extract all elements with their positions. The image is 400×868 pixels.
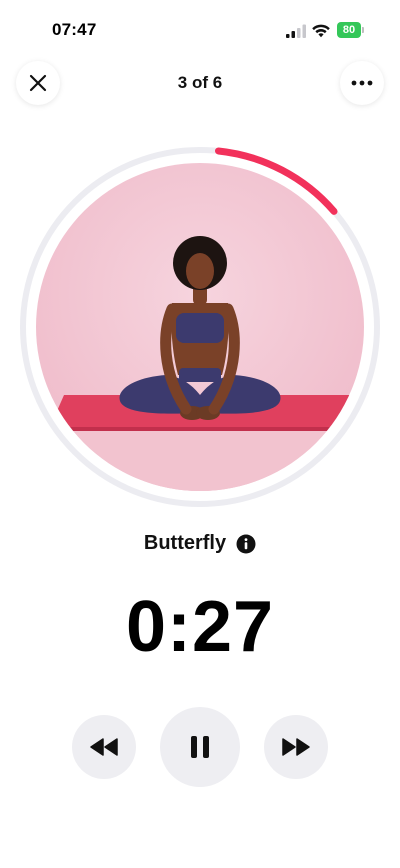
status-time: 07:47: [52, 20, 97, 39]
battery-tip: [362, 27, 364, 33]
previous-exercise-button[interactable]: [72, 715, 136, 779]
next-exercise-button[interactable]: [264, 715, 328, 779]
fast-forward-icon: [282, 738, 310, 756]
battery-indicator: 80: [337, 22, 365, 38]
rewind-icon: [90, 738, 118, 756]
exercise-name: Butterfly: [143, 532, 227, 554]
exercise-photo: [36, 163, 364, 491]
battery-level: 80: [337, 22, 361, 38]
cellular-signal-icon: [286, 24, 306, 38]
info-icon[interactable]: [236, 534, 256, 554]
butterfly-pose-illustration: [36, 163, 364, 491]
more-options-button[interactable]: [340, 61, 384, 105]
wifi-icon: [312, 24, 330, 38]
ellipsis-icon: [351, 80, 373, 86]
pause-icon: [191, 736, 209, 758]
status-bar: 07:47 80: [0, 0, 400, 60]
exercise-progress-ring: [18, 145, 382, 509]
exercise-name-row: Butterfly: [0, 532, 400, 555]
pause-button[interactable]: [160, 707, 240, 787]
countdown-timer: 0:27: [125, 587, 275, 667]
